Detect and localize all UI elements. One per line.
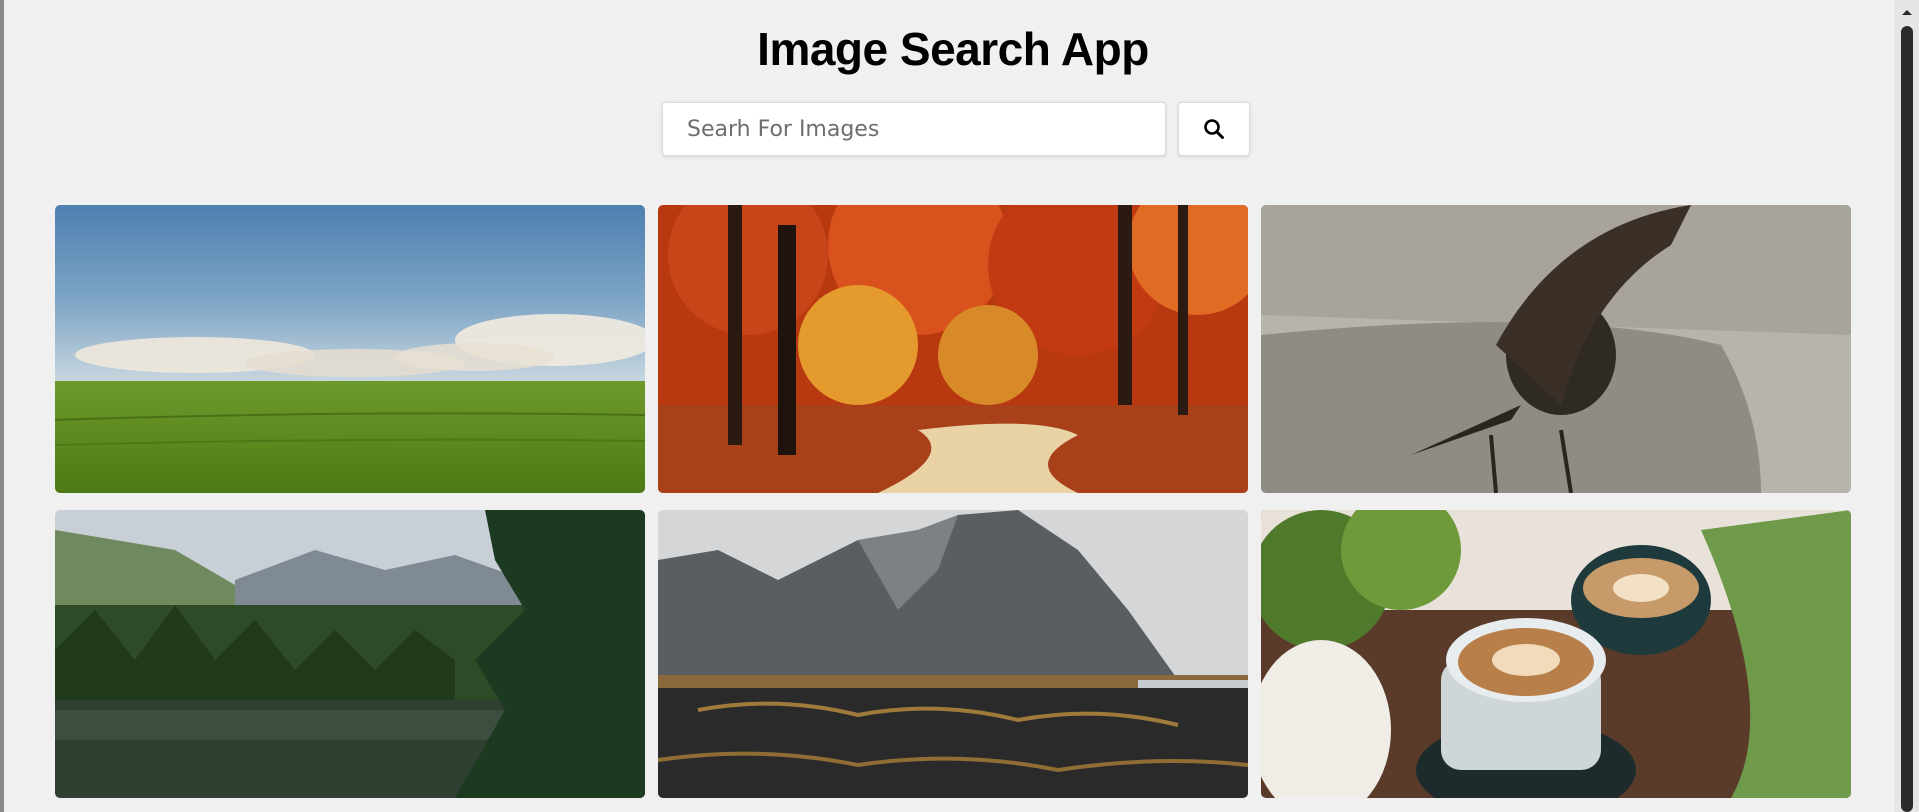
image-result-mountain-lake[interactable] [55, 510, 645, 798]
search-input[interactable] [662, 102, 1166, 156]
scroll-up-arrow-icon[interactable] [1894, 0, 1919, 24]
image-result-green-field[interactable] [55, 205, 645, 493]
search-button[interactable] [1178, 102, 1250, 156]
image-result-black-sand-mountain[interactable] [658, 510, 1248, 798]
black-sand-mountain-image [658, 510, 1248, 798]
green-field-image [55, 205, 645, 493]
mountain-lake-forest-image [55, 510, 645, 798]
autumn-forest-path-image [658, 205, 1248, 493]
image-search-app: Image Search App [8, 0, 1898, 812]
image-result-coffee-cups[interactable] [1261, 510, 1851, 798]
browser-window: Image Search App [0, 0, 1919, 812]
page-title: Image Search App [757, 23, 1149, 75]
vertical-scrollbar[interactable] [1894, 0, 1919, 812]
coffee-cups-plants-image [1261, 510, 1851, 798]
scrollbar-thumb[interactable] [1901, 26, 1913, 812]
starling-bird-image [1261, 205, 1851, 493]
image-result-starling[interactable] [1261, 205, 1851, 493]
search-icon [1204, 119, 1224, 139]
image-results-grid [55, 205, 1859, 798]
image-result-autumn-forest[interactable] [658, 205, 1248, 493]
